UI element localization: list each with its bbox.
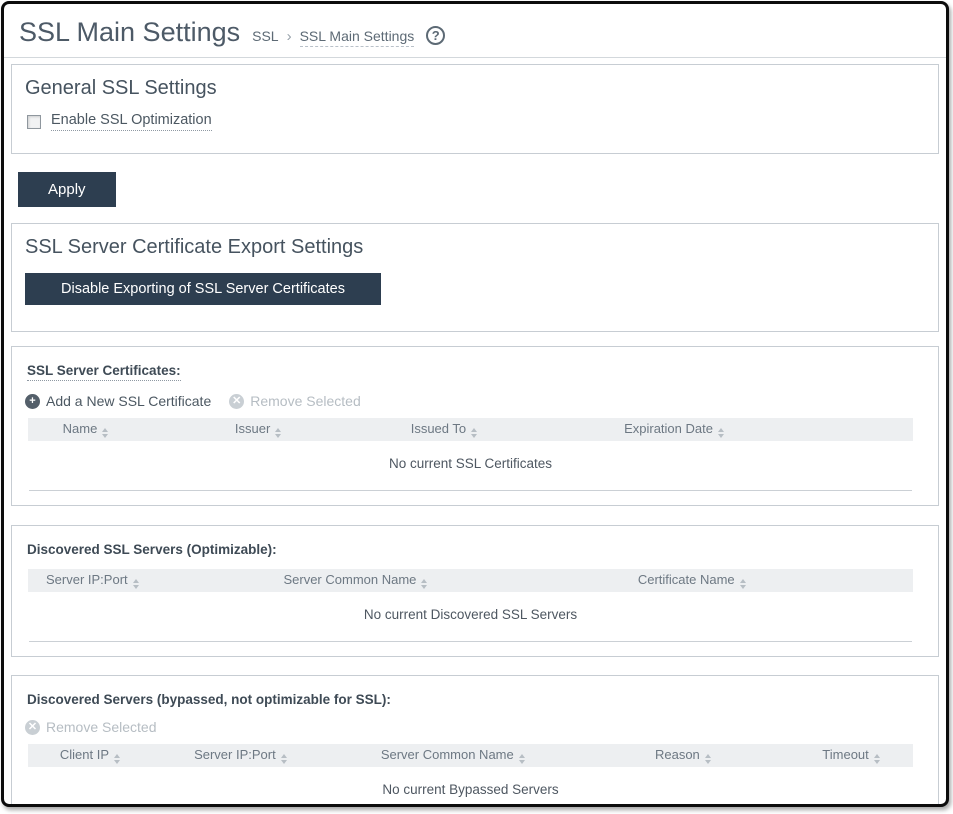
column-header-timeout[interactable]: Timeout xyxy=(789,744,913,767)
column-header-issuer[interactable]: Issuer xyxy=(143,418,373,441)
discovered-ssl-servers-empty-message: No current Discovered SSL Servers xyxy=(28,592,913,632)
certificate-export-settings-panel: SSL Server Certificate Export Settings D… xyxy=(11,223,939,332)
general-ssl-settings-panel: General SSL Settings Enable SSL Optimiza… xyxy=(11,64,939,154)
sort-icon xyxy=(471,428,477,438)
sort-icon xyxy=(705,754,711,764)
column-header-certificate-name[interactable]: Certificate Name xyxy=(470,569,913,592)
breadcrumb-link-ssl[interactable]: SSL xyxy=(252,28,278,44)
spacer xyxy=(11,657,939,675)
remove-icon: ✕ xyxy=(25,720,40,735)
column-header-server-ip-port[interactable]: Server IP:Port xyxy=(152,744,329,767)
column-header-client-ip[interactable]: Client IP xyxy=(28,744,152,767)
certificates-table-header-row: Name Issuer Issued To Expiration Date xyxy=(28,418,913,441)
column-header-server-ip-port[interactable]: Server IP:Port xyxy=(28,569,240,592)
enable-ssl-optimization-label[interactable]: Enable SSL Optimization xyxy=(51,112,212,131)
remove-selected-label: Remove Selected xyxy=(250,393,361,409)
discovered-ssl-servers-panel: Discovered SSL Servers (Optimizable): Se… xyxy=(11,525,939,657)
add-new-ssl-certificate-link[interactable]: + Add a New SSL Certificate xyxy=(25,393,211,409)
bypassed-servers-empty-message: No current Bypassed Servers xyxy=(28,767,913,807)
sort-icon xyxy=(519,754,525,764)
breadcrumb-chevron-icon: › xyxy=(287,28,292,45)
sort-icon xyxy=(275,428,281,438)
screenshot-frame: SSL Main Settings SSL › SSL Main Setting… xyxy=(1,1,949,807)
sort-icon xyxy=(102,428,108,438)
discovered-ssl-servers-heading: Discovered SSL Servers (Optimizable): xyxy=(27,542,277,557)
sort-icon xyxy=(133,579,139,589)
page-title: SSL Main Settings xyxy=(19,17,240,48)
ssl-server-certificates-panel: SSL Server Certificates: + Add a New SSL… xyxy=(11,346,939,506)
bypassed-servers-table: Client IP Server IP:Port Server Common N… xyxy=(28,744,913,807)
spacer xyxy=(11,506,939,525)
add-icon: + xyxy=(25,394,40,409)
remove-selected-certificates-link[interactable]: ✕ Remove Selected xyxy=(229,393,361,409)
column-header-server-common-name[interactable]: Server Common Name xyxy=(329,744,577,767)
discovered-ssl-servers-table: Server IP:Port Server Common Name Certif… xyxy=(28,569,913,632)
discovered-ssl-servers-header-row: Server IP:Port Server Common Name Certif… xyxy=(28,569,913,592)
ssl-server-certificates-heading: SSL Server Certificates: xyxy=(27,363,181,381)
column-header-name[interactable]: Name xyxy=(28,418,143,441)
spacer xyxy=(11,332,939,346)
certificates-table: Name Issuer Issued To Expiration Date No… xyxy=(28,418,913,481)
add-new-ssl-certificate-label: Add a New SSL Certificate xyxy=(46,393,211,409)
bypassed-actions: ✕ Remove Selected xyxy=(25,719,918,735)
discovered-bypassed-servers-panel: Discovered Servers (bypassed, not optimi… xyxy=(11,675,939,807)
empty-row: No current SSL Certificates xyxy=(28,441,913,481)
bypassed-servers-header-row: Client IP Server IP:Port Server Common N… xyxy=(28,744,913,767)
general-ssl-settings-heading: General SSL Settings xyxy=(25,77,918,100)
column-header-issued-to[interactable]: Issued To xyxy=(373,418,515,441)
sort-icon xyxy=(718,428,724,438)
page-header: SSL Main Settings SSL › SSL Main Setting… xyxy=(4,4,946,58)
discovered-bypassed-servers-heading: Discovered Servers (bypassed, not optimi… xyxy=(27,692,391,707)
empty-row: No current Discovered SSL Servers xyxy=(28,592,913,632)
enable-ssl-optimization-row: Enable SSL Optimization xyxy=(27,112,918,131)
remove-icon: ✕ xyxy=(229,394,244,409)
column-header-expiration-date[interactable]: Expiration Date xyxy=(515,418,834,441)
sort-icon xyxy=(874,754,880,764)
remove-selected-label: Remove Selected xyxy=(46,719,157,735)
empty-row: No current Bypassed Servers xyxy=(28,767,913,807)
enable-ssl-optimization-checkbox[interactable] xyxy=(27,115,41,129)
breadcrumb: SSL › SSL Main Settings xyxy=(252,28,414,47)
disable-export-button[interactable]: Disable Exporting of SSL Server Certific… xyxy=(25,273,381,305)
sort-icon xyxy=(114,754,120,764)
column-filler xyxy=(833,418,913,441)
certificates-empty-message: No current SSL Certificates xyxy=(28,441,913,481)
divider xyxy=(29,490,912,491)
content: General SSL Settings Enable SSL Optimiza… xyxy=(4,58,946,807)
divider xyxy=(29,641,912,642)
sort-icon xyxy=(281,754,287,764)
apply-button[interactable]: Apply xyxy=(18,172,116,207)
certificate-export-settings-heading: SSL Server Certificate Export Settings xyxy=(25,236,918,259)
remove-selected-bypassed-link[interactable]: ✕ Remove Selected xyxy=(25,719,157,735)
sort-icon xyxy=(740,579,746,589)
spacer xyxy=(25,559,918,569)
column-header-reason[interactable]: Reason xyxy=(577,744,789,767)
column-header-server-common-name[interactable]: Server Common Name xyxy=(240,569,470,592)
help-icon[interactable]: ? xyxy=(426,26,445,45)
breadcrumb-current[interactable]: SSL Main Settings xyxy=(300,28,415,47)
certificates-actions: + Add a New SSL Certificate ✕ Remove Sel… xyxy=(25,393,918,409)
sort-icon xyxy=(421,579,427,589)
